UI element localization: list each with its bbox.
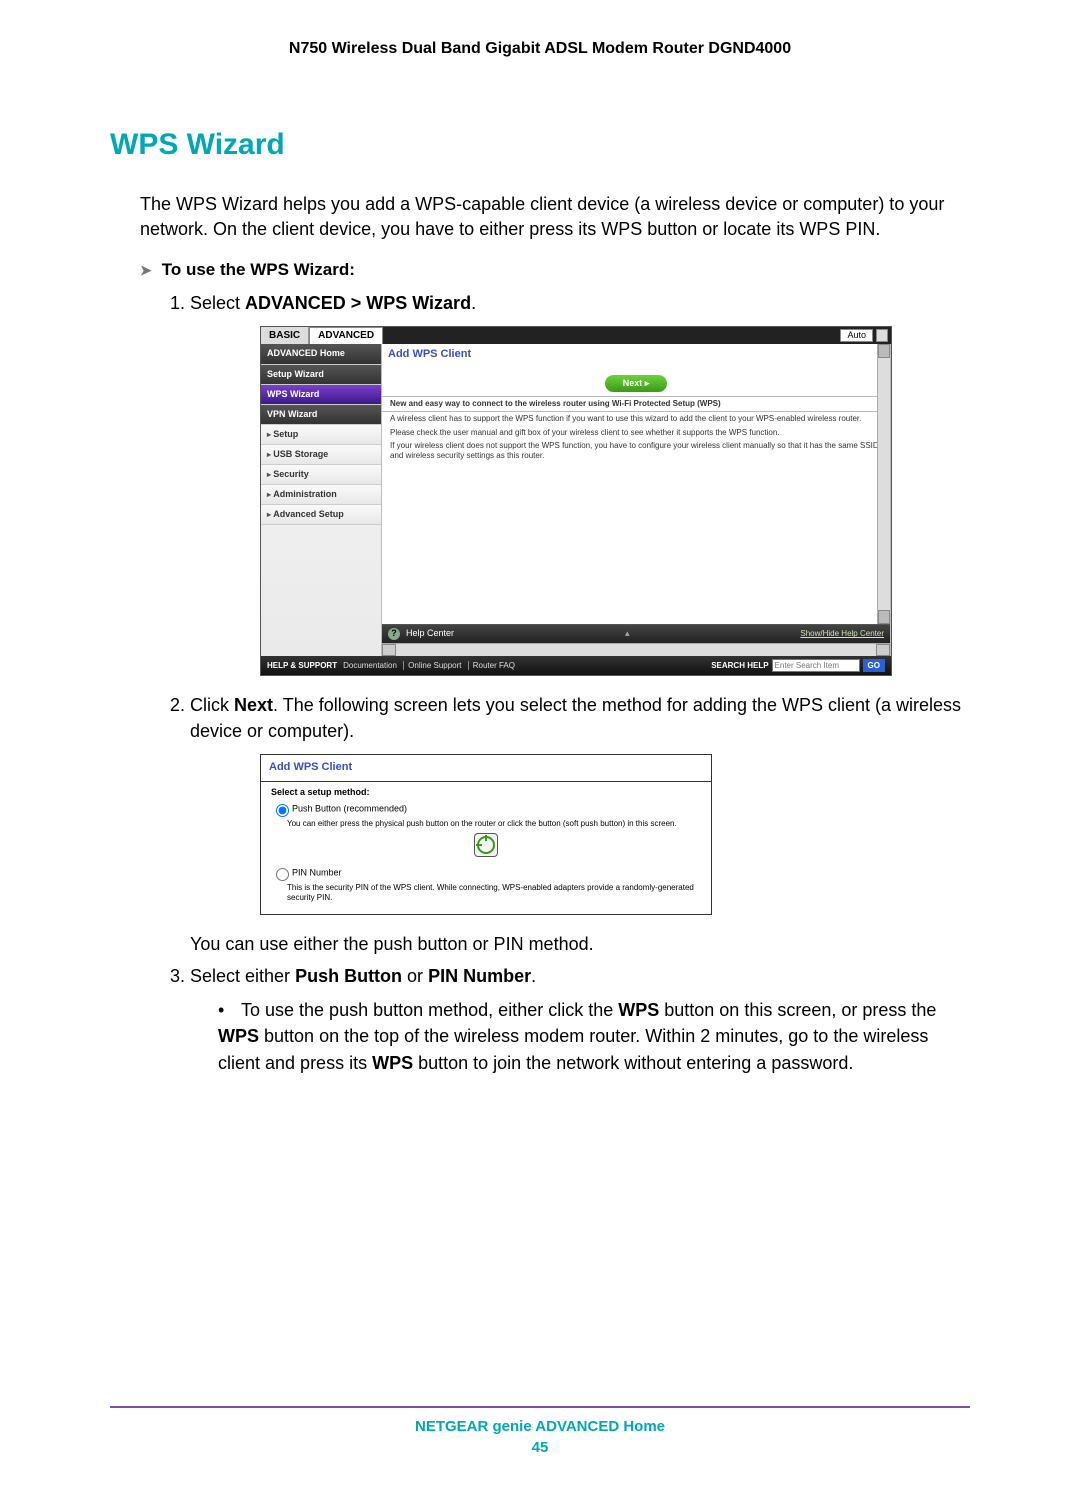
- info-line-3: Please check the user manual and gift bo…: [382, 426, 890, 440]
- step3-c: or: [402, 966, 428, 986]
- wps-soft-button[interactable]: [474, 833, 498, 857]
- sidebar-item-vpn-wizard[interactable]: VPN Wizard: [261, 405, 381, 425]
- search-input[interactable]: [772, 659, 860, 672]
- step2-b: Next: [234, 695, 273, 715]
- b1f: WPS: [372, 1053, 413, 1073]
- help-icon[interactable]: ?: [388, 628, 400, 640]
- sidebar-item-setup[interactable]: Setup: [261, 425, 381, 445]
- method-heading: Select a setup method:: [271, 786, 701, 799]
- push-button-description: You can either press the physical push b…: [287, 819, 701, 829]
- steps-list: Select ADVANCED > WPS Wizard. BASIC ADVA…: [160, 290, 970, 1075]
- sidebar-item-administration[interactable]: Administration: [261, 485, 381, 505]
- sidebar-item-usb-storage[interactable]: USB Storage: [261, 445, 381, 465]
- router-ui-screenshot-2: Add WPS Client Select a setup method: Pu…: [260, 754, 712, 915]
- info-line-1: New and easy way to connect to the wirel…: [382, 397, 890, 411]
- option-pin-label: PIN Number: [292, 867, 342, 877]
- page-footer-title: NETGEAR genie ADVANCED Home: [110, 1418, 970, 1435]
- b1b: WPS: [618, 1000, 659, 1020]
- sidebar-item-advanced-setup[interactable]: Advanced Setup: [261, 505, 381, 525]
- info-line-2: A wireless client has to support the WPS…: [382, 412, 890, 426]
- link-online-support[interactable]: Online Support: [403, 661, 465, 670]
- tab-basic[interactable]: BASIC: [261, 327, 309, 344]
- help-collapse-icon[interactable]: ▴: [454, 627, 800, 640]
- auto-dropdown[interactable]: Auto: [840, 329, 873, 342]
- ui-sidebar: ADVANCED Home Setup Wizard WPS Wizard VP…: [261, 344, 381, 655]
- pin-description: This is the security PIN of the WPS clie…: [287, 883, 701, 902]
- help-center-bar: ? Help Center ▴ Show/Hide Help Center: [382, 624, 890, 642]
- horizontal-scrollbar[interactable]: [382, 643, 890, 656]
- scroll-right-icon[interactable]: [876, 644, 890, 656]
- step2-note: You can use either the push button or PI…: [190, 931, 970, 957]
- step-1: Select ADVANCED > WPS Wizard. BASIC ADVA…: [190, 290, 970, 676]
- option-push-button-label: Push Button (recommended): [292, 804, 407, 814]
- link-router-faq[interactable]: Router FAQ: [468, 661, 519, 670]
- step2-c: . The following screen lets you select t…: [190, 695, 961, 741]
- help-toggle-link[interactable]: Show/Hide Help Center: [800, 628, 884, 640]
- sidebar-item-security[interactable]: Security: [261, 465, 381, 485]
- footer-links: Documentation Online Support Router FAQ: [343, 660, 519, 672]
- help-support-label: HELP & SUPPORT: [267, 660, 337, 672]
- link-documentation[interactable]: Documentation: [343, 661, 401, 670]
- ui-main-panel: Add WPS Client Next ▸ New and easy way t…: [381, 344, 891, 655]
- topbar-spacer: [383, 327, 840, 344]
- step3-e: .: [531, 966, 536, 986]
- page-number: 45: [110, 1439, 970, 1456]
- sidebar-item-wps-wizard[interactable]: WPS Wizard: [261, 385, 381, 405]
- panel-title: Add WPS Client: [382, 344, 890, 366]
- router-ui-screenshot-1: BASIC ADVANCED Auto ADVANCED Home Setup …: [260, 326, 892, 676]
- vertical-scrollbar[interactable]: [877, 344, 890, 624]
- dropdown-arrow-icon[interactable]: [876, 329, 888, 342]
- radio-push-button[interactable]: [276, 804, 289, 817]
- scroll-left-icon[interactable]: [382, 644, 396, 656]
- ui-topbar: BASIC ADVANCED Auto: [261, 327, 891, 344]
- step1-text: Select: [190, 293, 245, 313]
- b1c: button on this screen, or press the: [659, 1000, 936, 1020]
- tab-advanced[interactable]: ADVANCED: [309, 327, 383, 344]
- sidebar-item-setup-wizard[interactable]: Setup Wizard: [261, 365, 381, 385]
- b1a: To use the push button method, either cl…: [241, 1000, 618, 1020]
- go-button[interactable]: GO: [863, 659, 885, 673]
- step1-suffix: .: [471, 293, 476, 313]
- section-title: WPS Wizard: [110, 128, 970, 162]
- step1-path: ADVANCED > WPS Wizard: [245, 293, 471, 313]
- wps-icon: [477, 836, 495, 854]
- step3-b: Push Button: [295, 966, 402, 986]
- b1g: button to join the network without enter…: [413, 1053, 853, 1073]
- bullet-push-button: To use the push button method, either cl…: [218, 997, 970, 1075]
- doc-header: N750 Wireless Dual Band Gigabit ADSL Mod…: [110, 40, 970, 58]
- panel2-title: Add WPS Client: [261, 755, 711, 781]
- next-button[interactable]: Next ▸: [605, 375, 668, 392]
- step-2: Click Next. The following screen lets yo…: [190, 692, 970, 957]
- info-line-4: If your wireless client does not support…: [382, 439, 890, 462]
- option-push-button[interactable]: Push Button (recommended): [271, 801, 701, 817]
- b1d: WPS: [218, 1026, 259, 1046]
- step3-a: Select either: [190, 966, 295, 986]
- scroll-down-icon[interactable]: [878, 610, 890, 624]
- radio-pin-number[interactable]: [276, 868, 289, 881]
- page-rule: [110, 1406, 970, 1408]
- search-help-label: SEARCH HELP: [711, 660, 768, 672]
- step2-a: Click: [190, 695, 234, 715]
- ui-footer-bar: HELP & SUPPORT Documentation Online Supp…: [261, 656, 891, 676]
- intro-paragraph: The WPS Wizard helps you add a WPS-capab…: [140, 192, 970, 242]
- sidebar-item-advanced-home[interactable]: ADVANCED Home: [261, 344, 381, 364]
- help-center-label: Help Center: [406, 627, 454, 640]
- step3-d: PIN Number: [428, 966, 531, 986]
- procedure-heading: To use the WPS Wizard:: [140, 260, 970, 280]
- option-pin-number[interactable]: PIN Number: [271, 865, 701, 881]
- scroll-up-icon[interactable]: [878, 344, 890, 358]
- step3-bullets: To use the push button method, either cl…: [190, 997, 970, 1075]
- step-3: Select either Push Button or PIN Number.…: [190, 963, 970, 1075]
